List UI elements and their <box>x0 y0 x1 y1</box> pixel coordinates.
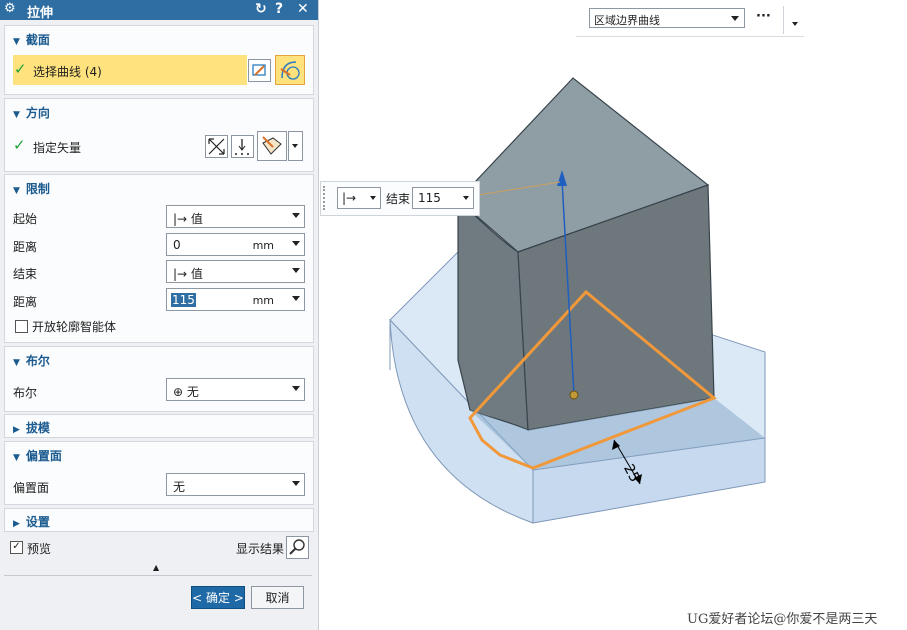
handle-value-field[interactable]: 115 <box>412 187 474 209</box>
handle-end-label: 结束 <box>386 192 411 206</box>
handle-type-select[interactable]: |→ <box>337 187 381 209</box>
vector-origin-handle[interactable] <box>569 390 579 400</box>
model-viewport[interactable]: 25 <box>0 0 907 630</box>
chevron-down-icon <box>370 196 376 200</box>
value-type-icon: |→ <box>342 191 357 205</box>
drag-grip-icon[interactable] <box>323 186 328 210</box>
end-distance-handle: |→ 结束 115 <box>320 181 480 216</box>
watermark: UG爱好者论坛@你爱不是两三天 <box>687 612 878 627</box>
chevron-down-icon <box>463 196 469 200</box>
